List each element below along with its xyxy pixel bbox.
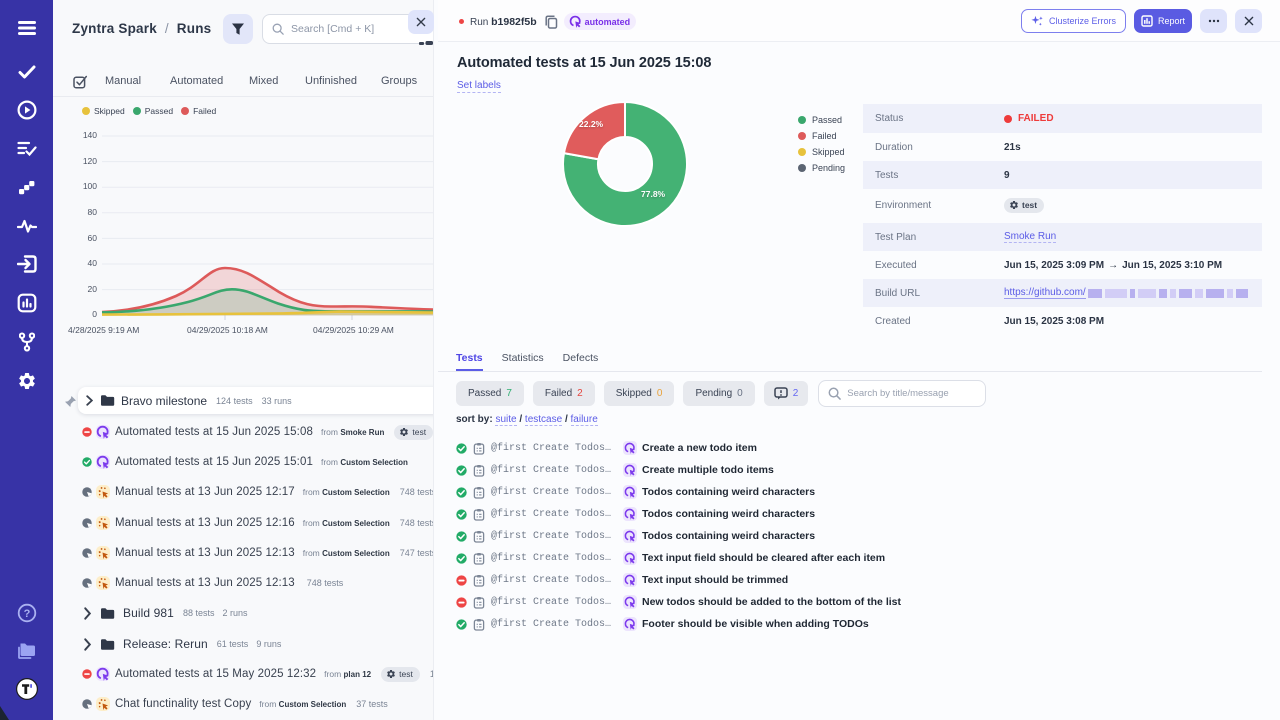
svg-text:?: ? bbox=[23, 608, 30, 620]
